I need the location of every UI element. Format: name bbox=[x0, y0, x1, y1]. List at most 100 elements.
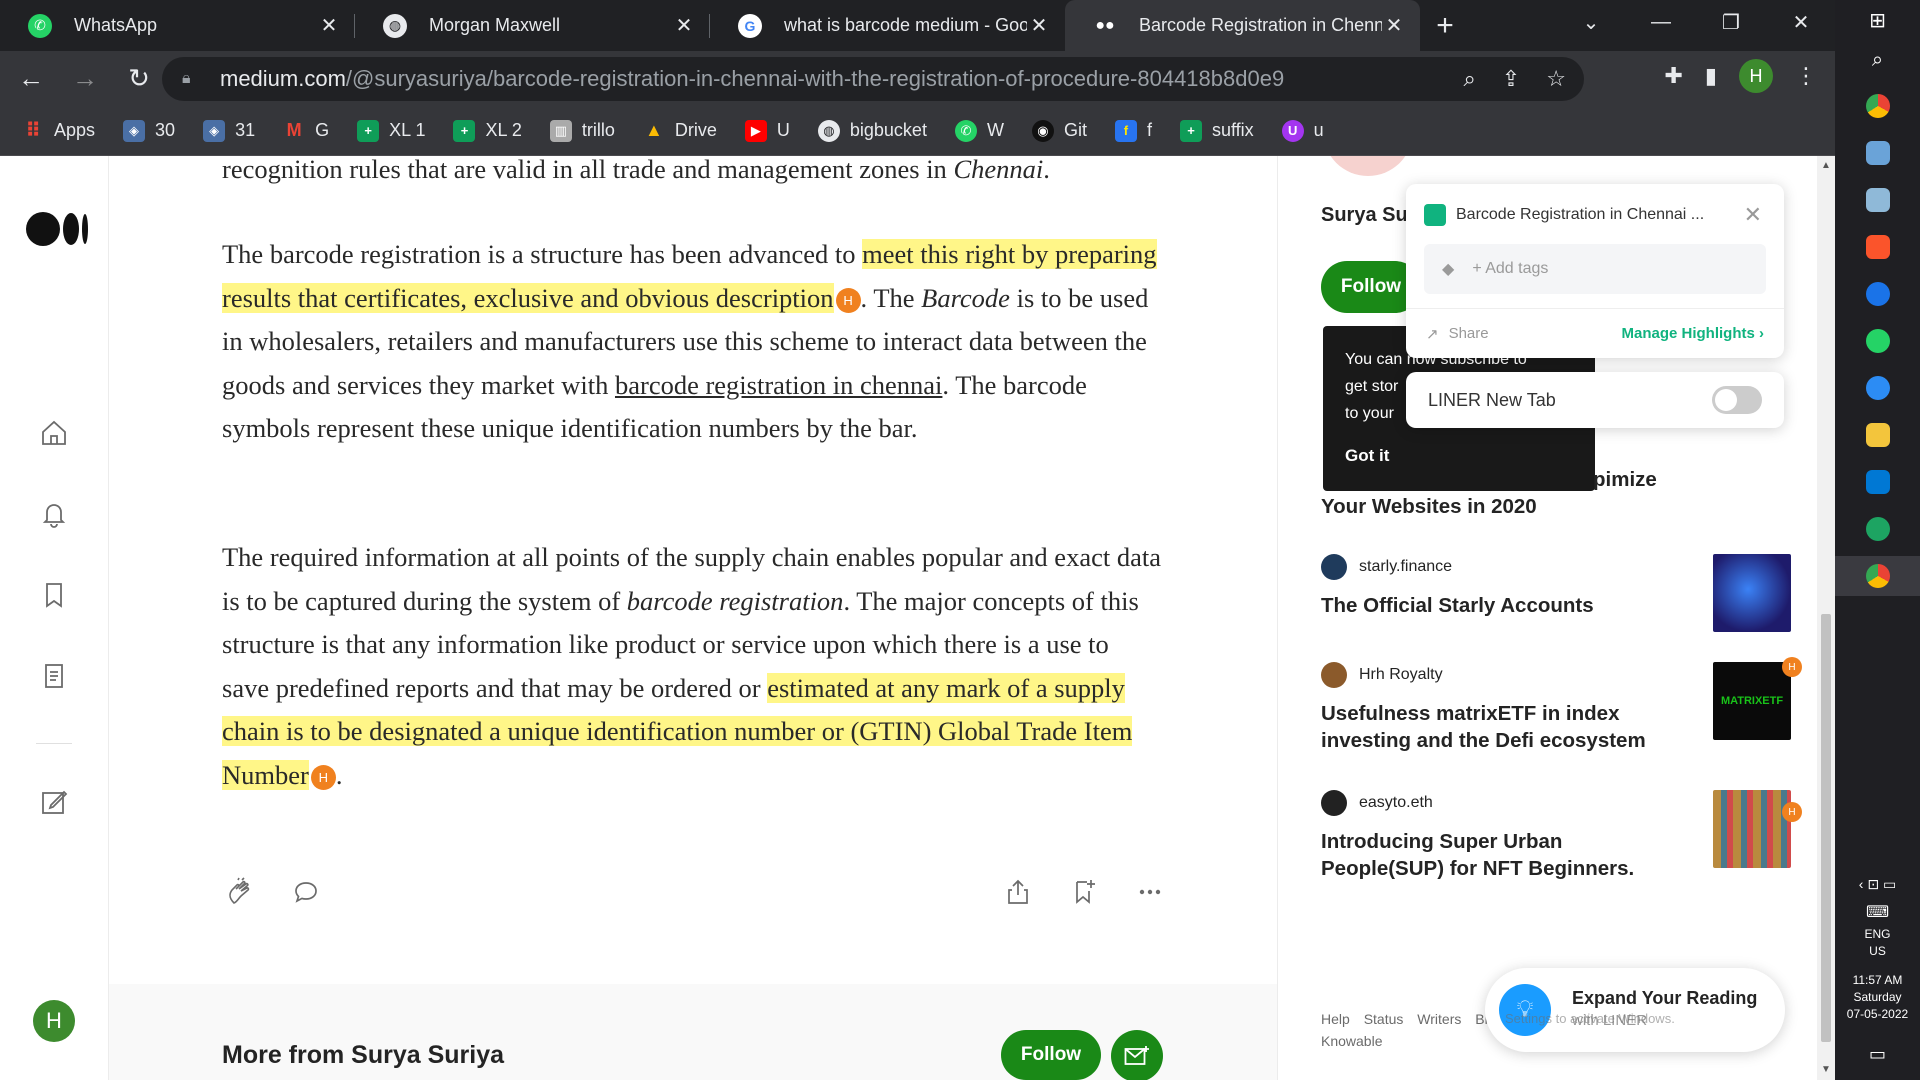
recommendation-title[interactable]: Introducing Super Urban People(SUP) for … bbox=[1321, 828, 1661, 882]
close-icon[interactable]: ✕ bbox=[1744, 202, 1762, 228]
footer-link[interactable]: Help bbox=[1321, 1011, 1350, 1027]
safari-compass-icon[interactable] bbox=[1835, 368, 1920, 408]
app-icon[interactable] bbox=[1835, 133, 1920, 173]
restore-button[interactable]: ❐ bbox=[1696, 0, 1766, 44]
bookmark-udemy[interactable]: Uu bbox=[1281, 119, 1324, 142]
liner-badge-icon[interactable]: H bbox=[1782, 802, 1802, 822]
share-icon[interactable]: ⇪ bbox=[1502, 66, 1520, 92]
clap-icon[interactable] bbox=[222, 874, 258, 910]
search-icon[interactable]: ⌕ bbox=[1835, 40, 1920, 80]
bookmark-suffix[interactable]: + suffix bbox=[1179, 119, 1254, 142]
bookmark-xl1[interactable]: + XL 1 bbox=[357, 119, 425, 142]
share-upload-icon[interactable] bbox=[1000, 874, 1036, 910]
minimize-button[interactable]: — bbox=[1626, 0, 1696, 44]
add-tags-input[interactable]: ◆ + Add tags bbox=[1424, 244, 1766, 294]
liner-newtab-toggle[interactable] bbox=[1712, 386, 1762, 414]
notes-icon[interactable] bbox=[1835, 180, 1920, 220]
user-avatar[interactable]: H bbox=[33, 1000, 75, 1042]
side-panel-icon[interactable]: ▮ bbox=[1705, 63, 1717, 89]
tab-morgan-maxwell[interactable]: ◍ Morgan Maxwell ✕ bbox=[355, 0, 710, 51]
medium-logo[interactable] bbox=[26, 212, 88, 246]
stories-document-icon[interactable] bbox=[36, 658, 72, 694]
reload-button[interactable]: ↻ bbox=[116, 56, 162, 102]
author-name[interactable]: Surya Su bbox=[1321, 204, 1408, 227]
close-icon[interactable]: ✕ bbox=[317, 14, 341, 38]
manage-highlights-link[interactable]: Manage Highlights › bbox=[1621, 325, 1764, 342]
zoom-icon[interactable]: ⌕ bbox=[1464, 66, 1476, 92]
tab-search-chevron-icon[interactable]: ⌄ bbox=[1556, 0, 1626, 44]
bookmark-xl2[interactable]: + XL 2 bbox=[453, 119, 522, 142]
notification-center-icon[interactable]: ▭ bbox=[1835, 1034, 1920, 1074]
recommendation-title[interactable]: The Official Starly Accounts bbox=[1321, 592, 1661, 619]
lists-bookmark-icon[interactable] bbox=[36, 577, 72, 613]
got-it-button[interactable]: Got it bbox=[1345, 442, 1389, 469]
comment-bubble-icon[interactable] bbox=[288, 874, 324, 910]
maps-pin-icon[interactable] bbox=[1835, 274, 1920, 314]
footer-link[interactable]: Writers bbox=[1417, 1011, 1461, 1027]
brave-icon[interactable] bbox=[1835, 227, 1920, 267]
new-tab-button[interactable]: + bbox=[1420, 0, 1470, 51]
footer-link[interactable]: Status bbox=[1364, 1011, 1404, 1027]
bookmark-git[interactable]: ◉ Git bbox=[1031, 119, 1087, 142]
bookmark-30[interactable]: ◈ 30 bbox=[123, 119, 175, 142]
liner-highlight-marker[interactable]: H bbox=[835, 287, 861, 313]
scroll-down-arrow-icon[interactable]: ▼ bbox=[1821, 1064, 1831, 1075]
scrollbar-thumb[interactable] bbox=[1821, 614, 1831, 1042]
bookmark-bigbucket[interactable]: ◍ bigbucket bbox=[817, 119, 927, 142]
close-window-button[interactable]: ✕ bbox=[1766, 0, 1836, 44]
liner-share-button[interactable]: ↗ Share bbox=[1426, 325, 1489, 343]
kebab-menu-icon[interactable]: ⋮ bbox=[1795, 63, 1817, 89]
vscode-icon[interactable] bbox=[1835, 462, 1920, 502]
recommendation-title[interactable]: Usefulness matrixETF in index investing … bbox=[1321, 700, 1661, 754]
more-options-icon[interactable] bbox=[1132, 874, 1168, 910]
article-link[interactable]: barcode registration in chennai bbox=[615, 370, 942, 400]
liner-highlight-marker[interactable]: H bbox=[310, 764, 336, 790]
bookmark-trillo[interactable]: ▥ trillo bbox=[549, 119, 615, 142]
page-scrollbar[interactable]: ▲ ▼ bbox=[1817, 156, 1835, 1080]
close-icon[interactable]: ✕ bbox=[672, 14, 696, 38]
start-windows-icon[interactable]: ⊞ bbox=[1835, 0, 1920, 40]
scroll-up-arrow-icon[interactable]: ▲ bbox=[1821, 160, 1831, 171]
tab-google-search[interactable]: G what is barcode medium - Goog ✕ bbox=[710, 0, 1065, 51]
notifications-bell-icon[interactable] bbox=[36, 496, 72, 532]
chat-app-icon[interactable] bbox=[1835, 509, 1920, 549]
tab-barcode-registration[interactable]: ●● Barcode Registration in Chennai ✕ bbox=[1065, 0, 1420, 51]
bookmark-31[interactable]: ◈ 31 bbox=[203, 119, 255, 142]
back-button[interactable]: ← bbox=[8, 56, 54, 102]
save-bookmark-icon[interactable] bbox=[1066, 874, 1102, 910]
recommendation-thumbnail[interactable] bbox=[1713, 790, 1791, 868]
author-avatar[interactable] bbox=[1323, 156, 1413, 176]
language-indicator[interactable]: ENG US bbox=[1835, 926, 1920, 960]
address-bar[interactable]: 🔒︎ medium.com /@suryasuriya/barcode-regi… bbox=[162, 57, 1584, 101]
whatsapp-icon[interactable] bbox=[1835, 321, 1920, 361]
forward-button[interactable]: → bbox=[62, 56, 108, 102]
extensions-puzzle-icon[interactable]: ✚ bbox=[1664, 63, 1682, 89]
bookmark-star-icon[interactable]: ☆ bbox=[1546, 66, 1566, 92]
close-icon[interactable]: ✕ bbox=[1382, 14, 1406, 38]
recommendation-item[interactable]: starly.finance The Official Starly Accou… bbox=[1321, 554, 1791, 632]
bookmark-drive[interactable]: ▲ Drive bbox=[643, 120, 717, 142]
chrome-icon[interactable] bbox=[1835, 86, 1920, 126]
write-pencil-icon[interactable] bbox=[36, 784, 72, 820]
profile-avatar[interactable]: H bbox=[1739, 59, 1773, 93]
bookmark-flipkart[interactable]: ff bbox=[1114, 119, 1152, 142]
recommendation-title-partial[interactable]: pimize Your Websites in 2020 bbox=[1321, 466, 1657, 520]
more-from-follow-button[interactable]: Follow bbox=[1001, 1030, 1101, 1080]
clock[interactable]: 11:57 AM Saturday 07-05-2022 bbox=[1835, 972, 1920, 1023]
bookmark-whatsapp[interactable]: ✆ W bbox=[954, 119, 1004, 142]
tab-whatsapp[interactable]: ✆ WhatsApp ✕ bbox=[0, 0, 355, 51]
recommendation-item[interactable]: easyto.eth Introducing Super Urban Peopl… bbox=[1321, 790, 1791, 882]
bookmark-apps[interactable]: ⠿ Apps bbox=[22, 120, 95, 142]
liner-expand-reading-banner[interactable]: 💡︎ Expand Your Reading with LINER bbox=[1485, 968, 1785, 1052]
recommendation-item[interactable]: Hrh Royalty Usefulness matrixETF in inde… bbox=[1321, 662, 1791, 754]
close-icon[interactable]: ✕ bbox=[1027, 14, 1051, 38]
liner-badge-icon[interactable]: H bbox=[1782, 657, 1802, 677]
subscribe-email-button[interactable] bbox=[1111, 1030, 1163, 1080]
chrome-active-icon[interactable] bbox=[1835, 556, 1920, 596]
bookmark-gmail[interactable]: MG bbox=[283, 120, 330, 142]
file-explorer-icon[interactable] bbox=[1835, 415, 1920, 455]
home-icon[interactable] bbox=[36, 415, 72, 451]
recommendation-thumbnail[interactable] bbox=[1713, 554, 1791, 632]
footer-link[interactable]: Knowable bbox=[1321, 1033, 1383, 1049]
bookmark-youtube[interactable]: ▶ U bbox=[744, 119, 790, 142]
